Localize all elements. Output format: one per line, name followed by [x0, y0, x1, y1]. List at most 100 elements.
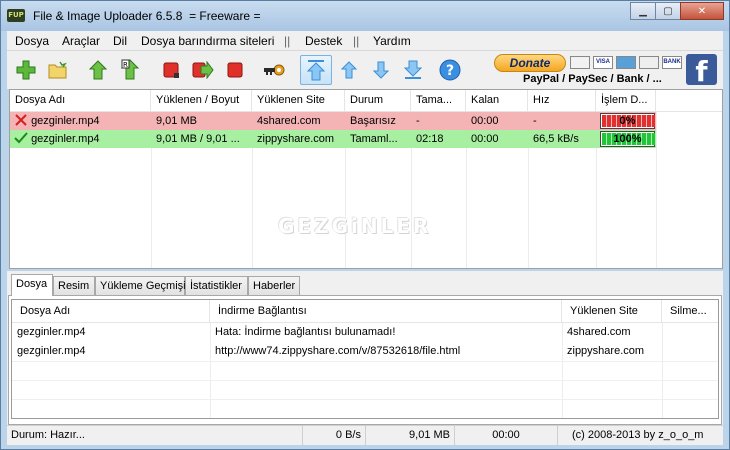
add-icon	[16, 60, 36, 80]
column-header[interactable]: Yüklenen Site	[562, 300, 662, 322]
column-header[interactable]: Durum	[345, 90, 411, 111]
add-file-button[interactable]	[14, 58, 38, 82]
stop-all-button[interactable]	[223, 58, 247, 82]
file-name-cell: gezginler.mp4	[12, 130, 151, 148]
svg-text:R: R	[123, 61, 128, 69]
progress-bar: 0%	[600, 113, 655, 129]
minimize-icon: ▁	[639, 5, 647, 17]
menu-dosya[interactable]: Dosya	[15, 34, 49, 48]
close-button[interactable]: ✕	[680, 2, 724, 20]
upload-row[interactable]: gezginler.mp4 9,01 MB / 9,01 ... zippysh…	[10, 130, 656, 148]
stop-all-icon	[227, 62, 243, 78]
move-up-button[interactable]	[337, 58, 361, 82]
visa-icon: VISA	[593, 56, 613, 69]
forward-icon	[192, 61, 214, 79]
upload-queue-table: Dosya Adı Yüklenen / Boyut Yüklenen Site…	[9, 89, 723, 269]
table-row[interactable]: gezginler.mp4 Hata: İndirme bağlantısı b…	[12, 323, 718, 342]
column-header[interactable]: Silme...	[662, 300, 718, 322]
delete-link	[662, 342, 718, 361]
move-bottom-button[interactable]	[401, 58, 425, 82]
upload-all-button[interactable]: R	[118, 58, 142, 82]
tab-resim[interactable]: Resim	[53, 276, 95, 295]
move-up-icon	[341, 61, 357, 79]
watermark-logo: GEZGiNLER	[278, 214, 432, 238]
app-window: FUP File & Image Uploader 6.5.8 = Freewa…	[0, 0, 730, 450]
progress-bar: 100%	[600, 131, 655, 147]
discover-icon	[639, 56, 659, 69]
column-header[interactable]: Dosya Adı	[12, 300, 210, 322]
move-top-button[interactable]	[300, 55, 332, 85]
title-bar[interactable]: FUP File & Image Uploader 6.5.8 = Freewa…	[1, 1, 729, 31]
upload-site: zippyshare.com	[567, 345, 645, 357]
move-down-button[interactable]	[369, 58, 393, 82]
close-icon: ✕	[697, 5, 707, 17]
column-header[interactable]: Yüklenen Site	[252, 90, 345, 111]
uploaded-size: 9,01 MB	[156, 115, 197, 127]
forward-button[interactable]	[191, 58, 215, 82]
column-header[interactable]: Dosya Adı	[10, 90, 151, 111]
elapsed-time: -	[416, 115, 420, 127]
column-header[interactable]: Yüklenen / Boyut	[151, 90, 252, 111]
column-header[interactable]: Kalan	[466, 90, 528, 111]
copyright-text: (c) 2008-2013 by z_o_o_m	[572, 429, 704, 441]
svg-text:?: ?	[446, 63, 454, 79]
column-header[interactable]: Tama...	[411, 90, 466, 111]
donate-button[interactable]: Donate	[494, 54, 566, 72]
help-button[interactable]: ?	[438, 58, 462, 82]
menu-dil[interactable]: Dil	[113, 34, 127, 48]
progress-text: 100%	[613, 133, 642, 145]
column-divider	[656, 112, 657, 268]
menu-destek[interactable]: Destek	[305, 34, 342, 48]
table-row[interactable]: gezginler.mp4 http://www74.zippyshare.co…	[12, 342, 718, 361]
stop-button[interactable]	[159, 58, 183, 82]
tab-dosya[interactable]: Dosya	[11, 274, 53, 296]
download-link: Hata: İndirme bağlantısı bulunamadı!	[215, 326, 396, 338]
file-name: gezginler.mp4	[17, 345, 86, 357]
tab-upload-history[interactable]: Yükleme Geçmişi	[95, 276, 186, 295]
file-name-cell: gezginler.mp4	[12, 112, 151, 130]
move-top-icon	[307, 60, 325, 81]
tab-statistics[interactable]: İstatistikler	[185, 276, 248, 295]
facebook-icon: f	[695, 55, 708, 88]
column-header[interactable]: İşlem D...	[596, 90, 656, 111]
row-divider	[12, 361, 718, 362]
status-text: Durum: Hazır...	[7, 426, 303, 445]
uploaded-size: 9,01 MB / 9,01 ...	[156, 133, 240, 145]
upload-row[interactable]: gezginler.mp4 9,01 MB 4shared.com Başarı…	[10, 112, 656, 130]
maximize-icon: ▢	[663, 5, 673, 17]
file-name: gezginler.mp4	[31, 115, 100, 127]
upload-speed: -	[533, 115, 537, 127]
row-divider	[12, 380, 718, 381]
status-speed: 0 B/s	[303, 426, 366, 445]
elapsed-time: 02:18	[416, 133, 444, 145]
help-icon: ?	[439, 59, 461, 81]
download-link[interactable]: http://www74.zippyshare.com/v/87532618/f…	[210, 342, 562, 361]
upload-site: 4shared.com	[257, 115, 321, 127]
maximize-button[interactable]: ▢	[655, 2, 681, 20]
tab-news[interactable]: Haberler	[248, 276, 300, 295]
bank-icon: BANK	[662, 56, 682, 69]
upload-speed: 66,5 kB/s	[533, 133, 579, 145]
column-header[interactable]: Hız	[528, 90, 596, 111]
stop-icon	[163, 62, 179, 78]
account-key-button[interactable]	[262, 58, 286, 82]
add-folder-button[interactable]	[46, 58, 70, 82]
menu-separator: ||	[353, 34, 360, 48]
menu-araclar[interactable]: Araçlar	[62, 34, 100, 48]
column-header[interactable]: İndirme Bağlantısı	[210, 300, 562, 322]
column-header-empty	[656, 90, 722, 111]
payment-methods-text: PayPal / PaySec / Bank / ...	[523, 73, 662, 85]
upload-site: zippyshare.com	[257, 133, 335, 145]
upload-button[interactable]	[86, 58, 110, 82]
upload-state: Tamaml...	[350, 133, 398, 145]
minimize-button[interactable]: ▁	[630, 2, 656, 20]
menu-yardim[interactable]: Yardım	[373, 34, 411, 48]
toolbar: R ? Donate VISA BANK PayPal / PaySec / B…	[7, 51, 723, 89]
menu-bar: Dosya Araçlar Dil Dosya barındırma sitel…	[7, 31, 723, 51]
menu-hosting-sites[interactable]: Dosya barındırma siteleri	[141, 34, 274, 48]
download-links-table: Dosya Adı İndirme Bağlantısı Yüklenen Si…	[11, 299, 719, 419]
folder-icon	[48, 61, 67, 79]
facebook-button[interactable]: f	[686, 54, 717, 88]
upload-site: 4shared.com	[567, 326, 631, 338]
move-bottom-icon	[404, 60, 422, 79]
